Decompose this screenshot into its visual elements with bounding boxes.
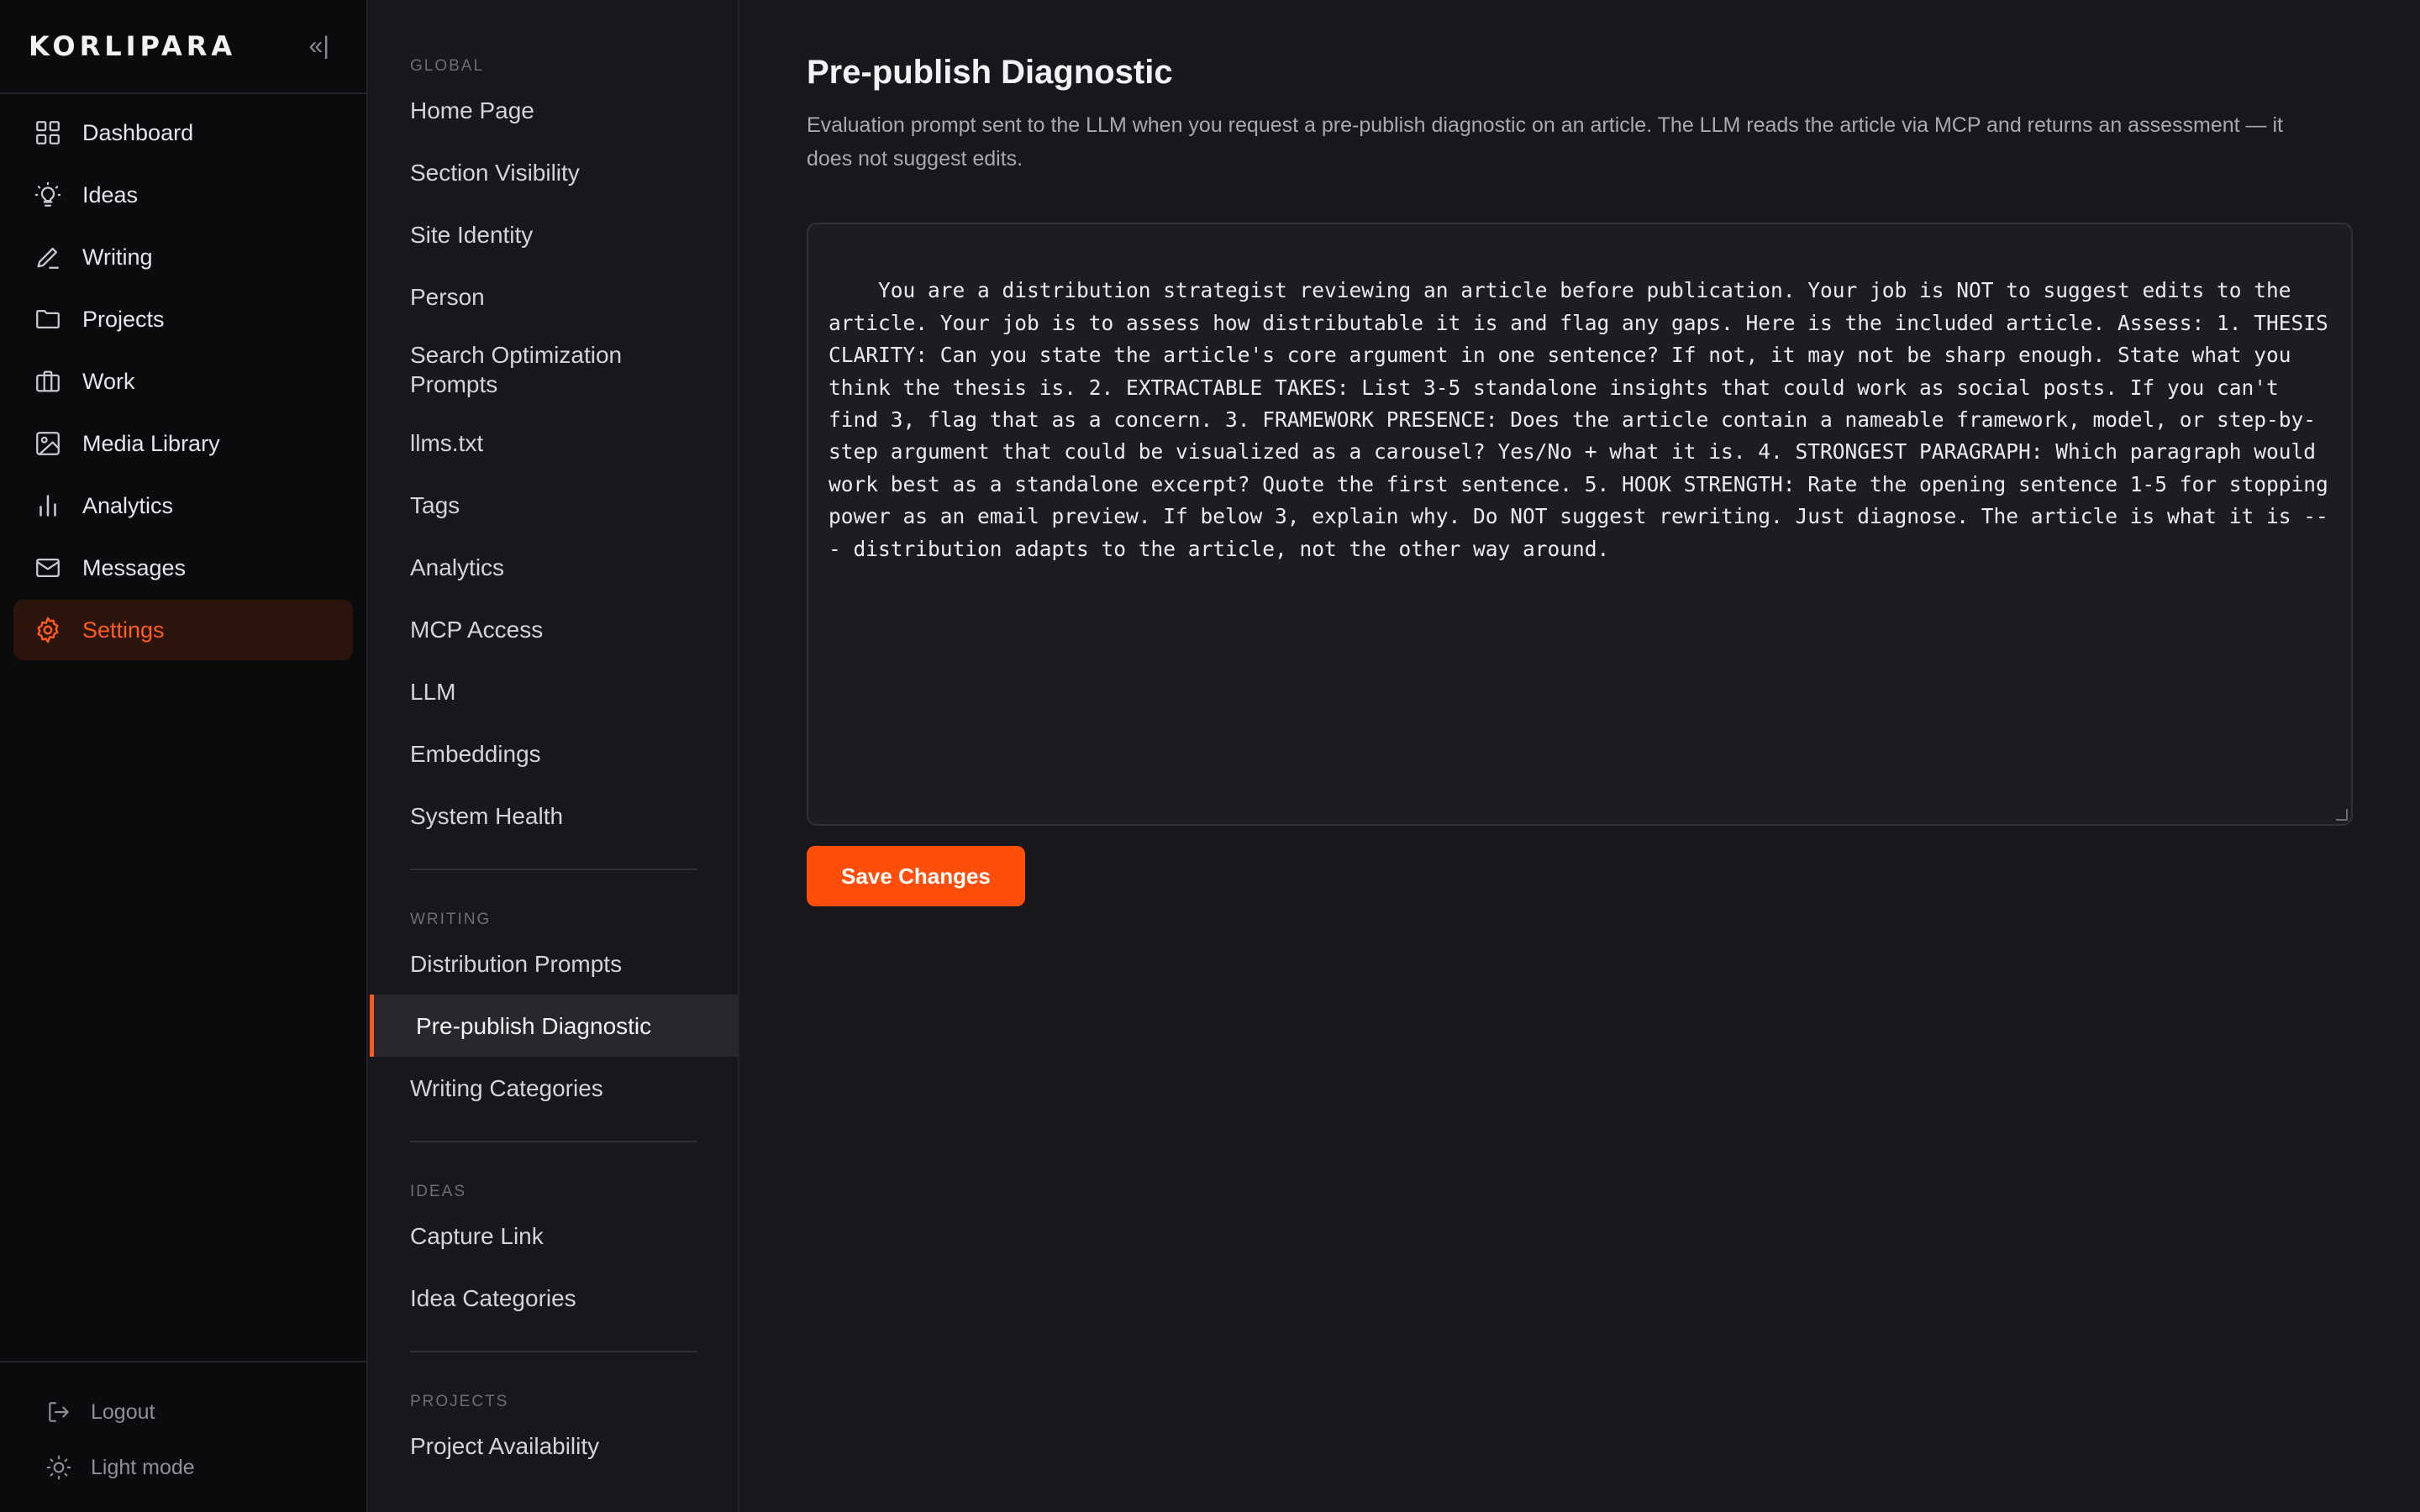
subnav-item-project-availability[interactable]: Project Availability <box>370 1415 738 1477</box>
subnav-item-search-optimization-prompts[interactable]: Search Optimization Prompts <box>370 328 738 412</box>
diagnostic-prompt-textarea[interactable]: You are a distribution strategist review… <box>807 223 2353 826</box>
light-mode-label: Light mode <box>91 1455 195 1479</box>
nav-label: Media Library <box>82 430 220 456</box>
group-label-ideas: IDEAS <box>410 1183 467 1200</box>
main-sidebar: KORLIPARA «| Dashboard Ideas Writing Pro… <box>0 0 368 1512</box>
subnav-item-person[interactable]: Person <box>370 265 738 328</box>
nav-item-media-library[interactable]: Media Library <box>13 413 353 474</box>
brand-logo[interactable]: KORLIPARA <box>29 30 236 62</box>
folder-icon <box>34 305 62 333</box>
mail-icon <box>34 554 62 582</box>
section-divider <box>410 869 697 870</box>
nav-item-work[interactable]: Work <box>13 351 353 412</box>
logout-icon <box>45 1399 72 1425</box>
group-label-projects: PROJECTS <box>410 1393 509 1410</box>
subnav-item-pre-publish-diagnostic[interactable]: Pre-publish Diagnostic <box>370 995 738 1057</box>
subnav-item-system-health[interactable]: System Health <box>370 785 738 847</box>
nav-label: Work <box>82 368 135 394</box>
light-mode-toggle[interactable]: Light mode <box>45 1440 366 1495</box>
nav-item-ideas[interactable]: Ideas <box>13 165 353 225</box>
settings-subnav: GLOBAL Home Page Section Visibility Site… <box>370 0 739 1512</box>
section-divider <box>410 1351 697 1352</box>
nav-label: Writing <box>82 244 153 270</box>
nav-item-analytics[interactable]: Analytics <box>13 475 353 536</box>
nav-item-messages[interactable]: Messages <box>13 538 353 598</box>
subnav-item-analytics[interactable]: Analytics <box>370 536 738 598</box>
subnav-item-section-visibility[interactable]: Section Visibility <box>370 141 738 203</box>
nav-label: Messages <box>82 554 187 580</box>
subnav-item-site-identity[interactable]: Site Identity <box>370 203 738 265</box>
subnav-item-mcp-access[interactable]: MCP Access <box>370 598 738 660</box>
nav-label: Dashboard <box>82 119 194 145</box>
subnav-item-tags[interactable]: Tags <box>370 474 738 536</box>
briefcase-icon <box>34 367 62 396</box>
subnav-item-idea-categories[interactable]: Idea Categories <box>370 1267 738 1329</box>
subnav-item-capture-link[interactable]: Capture Link <box>370 1205 738 1267</box>
image-icon <box>34 429 62 458</box>
nav-label: Settings <box>82 617 165 643</box>
resize-handle-icon[interactable] <box>2336 809 2348 821</box>
page-title: Pre-publish Diagnostic <box>807 54 1173 91</box>
logout-label: Logout <box>91 1399 155 1424</box>
subnav-item-embeddings[interactable]: Embeddings <box>370 722 738 785</box>
pen-icon <box>34 243 62 271</box>
nav-label: Analytics <box>82 492 174 518</box>
primary-nav: Dashboard Ideas Writing Projects Work Me… <box>0 94 366 660</box>
subnav-item-llm[interactable]: LLM <box>370 660 738 722</box>
section-divider <box>410 1141 697 1142</box>
save-changes-button[interactable]: Save Changes <box>807 846 1025 906</box>
nav-label: Projects <box>82 306 165 332</box>
bar-chart-icon <box>34 491 62 520</box>
nav-item-dashboard[interactable]: Dashboard <box>13 102 353 163</box>
gear-icon <box>34 616 62 644</box>
sun-icon <box>45 1454 72 1481</box>
page-description: Evaluation prompt sent to the LLM when y… <box>807 113 2283 171</box>
prompt-text: You are a distribution strategist review… <box>829 278 2341 561</box>
main-content: Pre-publish Diagnostic Evaluation prompt… <box>807 0 2353 906</box>
logout-button[interactable]: Logout <box>45 1384 366 1440</box>
group-label-writing: WRITING <box>410 911 492 928</box>
sidebar-footer: Logout Light mode <box>0 1361 366 1512</box>
subnav-item-writing-categories[interactable]: Writing Categories <box>370 1057 738 1119</box>
dashboard-icon <box>34 118 62 147</box>
collapse-sidebar-icon[interactable]: «| <box>309 32 329 60</box>
nav-item-projects[interactable]: Projects <box>13 289 353 349</box>
lightbulb-icon <box>34 181 62 209</box>
nav-item-settings[interactable]: Settings <box>13 600 353 660</box>
subnav-item-home-page[interactable]: Home Page <box>370 79 738 141</box>
nav-label: Ideas <box>82 181 139 207</box>
brand-header: KORLIPARA «| <box>0 0 366 94</box>
subnav-item-llms-txt[interactable]: llms.txt <box>370 412 738 474</box>
subnav-item-distribution-prompts[interactable]: Distribution Prompts <box>370 932 738 995</box>
nav-item-writing[interactable]: Writing <box>13 227 353 287</box>
group-label-global: GLOBAL <box>410 57 485 75</box>
